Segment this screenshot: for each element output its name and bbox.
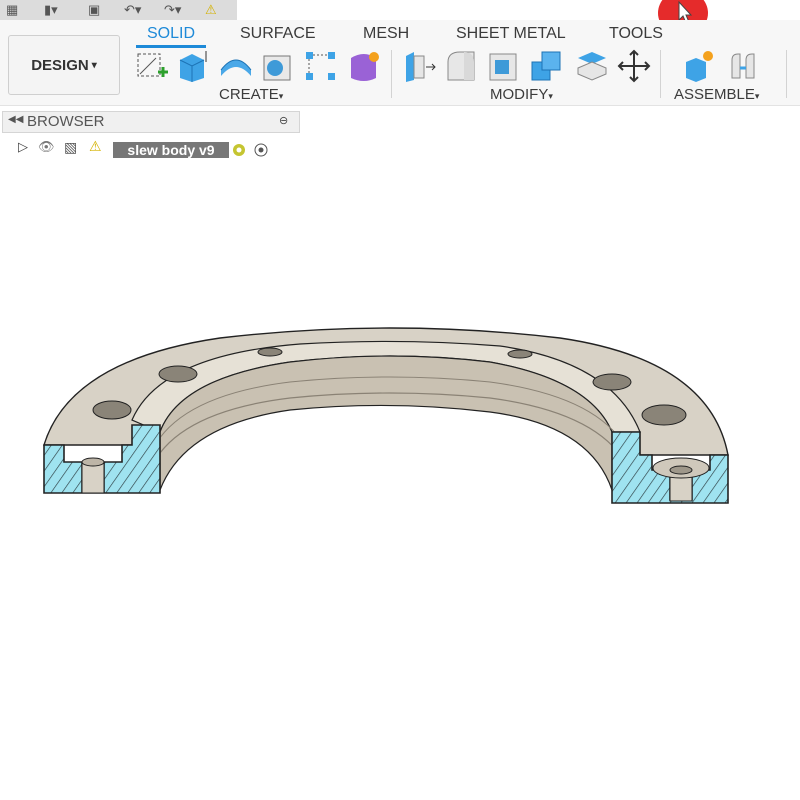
- tab-tools[interactable]: TOOLS: [609, 25, 663, 43]
- warning-icon: ⚠: [89, 138, 102, 154]
- warning-icon[interactable]: ⚠: [205, 2, 217, 18]
- model-viewport[interactable]: [0, 165, 800, 800]
- browser-panel-header: ◀◀ BROWSER ⊖: [2, 111, 300, 133]
- chevron-down-icon: ▾: [91, 59, 97, 71]
- tab-mesh[interactable]: MESH: [363, 25, 409, 43]
- tab-sheet-metal[interactable]: SHEET METAL: [456, 25, 566, 43]
- component-icon: ▧: [64, 139, 78, 155]
- design-workspace-button[interactable]: DESIGN ▾: [8, 35, 120, 95]
- assemble-label: ASSEMBLE: [674, 86, 755, 103]
- activate-radio-icon[interactable]: [253, 142, 269, 158]
- undo-icon[interactable]: ↶▾: [124, 2, 141, 18]
- shell-icon[interactable]: [486, 48, 522, 84]
- gear-badge-icon: [233, 144, 245, 156]
- redo-icon[interactable]: ↷▾: [164, 2, 181, 18]
- modify-group-menu[interactable]: MODIFY▾: [490, 86, 553, 103]
- rectangular-pattern-icon[interactable]: [302, 48, 338, 84]
- extrude-icon[interactable]: [174, 48, 210, 84]
- create-form-icon[interactable]: [346, 48, 382, 84]
- file-icon[interactable]: ▮▾: [44, 2, 58, 18]
- visibility-eye-icon[interactable]: 👁: [38, 139, 55, 155]
- create-label: CREATE: [219, 86, 279, 103]
- panel-minimize-icon[interactable]: ⊖: [279, 114, 288, 127]
- create-sketch-icon[interactable]: [134, 48, 170, 84]
- modify-label: MODIFY: [490, 86, 549, 103]
- new-component-icon[interactable]: [682, 48, 718, 84]
- collapse-panel-icon[interactable]: ◀◀: [8, 114, 23, 125]
- press-pull-icon[interactable]: [402, 48, 438, 84]
- tab-solid[interactable]: SOLID: [147, 25, 195, 43]
- save-icon[interactable]: ▣: [88, 2, 100, 18]
- browser-title: BROWSER: [27, 113, 105, 130]
- revolve-icon[interactable]: [218, 48, 254, 84]
- quick-access-toolbar: ▦ ▮▾ ▣ ↶▾ ↷▾ ⚠: [0, 0, 237, 20]
- move-copy-icon[interactable]: [616, 48, 652, 84]
- tab-surface[interactable]: SURFACE: [240, 25, 316, 43]
- offset-face-icon[interactable]: [574, 48, 610, 84]
- joint-icon[interactable]: [726, 48, 762, 84]
- grid-menu-icon[interactable]: ▦: [6, 2, 18, 18]
- hole-icon[interactable]: [260, 48, 296, 84]
- slew-body-model[interactable]: [43, 327, 729, 504]
- expand-triangle-icon[interactable]: ▷: [18, 139, 28, 155]
- combine-icon[interactable]: [528, 48, 564, 84]
- fillet-icon[interactable]: [444, 48, 480, 84]
- assemble-group-menu[interactable]: ASSEMBLE▾: [674, 86, 759, 103]
- separator: [786, 50, 787, 98]
- separator: [660, 50, 661, 98]
- separator: [391, 50, 392, 98]
- workspace-label: DESIGN: [31, 56, 89, 74]
- component-name-label[interactable]: slew body v9: [113, 142, 229, 158]
- create-group-menu[interactable]: CREATE▾: [219, 86, 283, 103]
